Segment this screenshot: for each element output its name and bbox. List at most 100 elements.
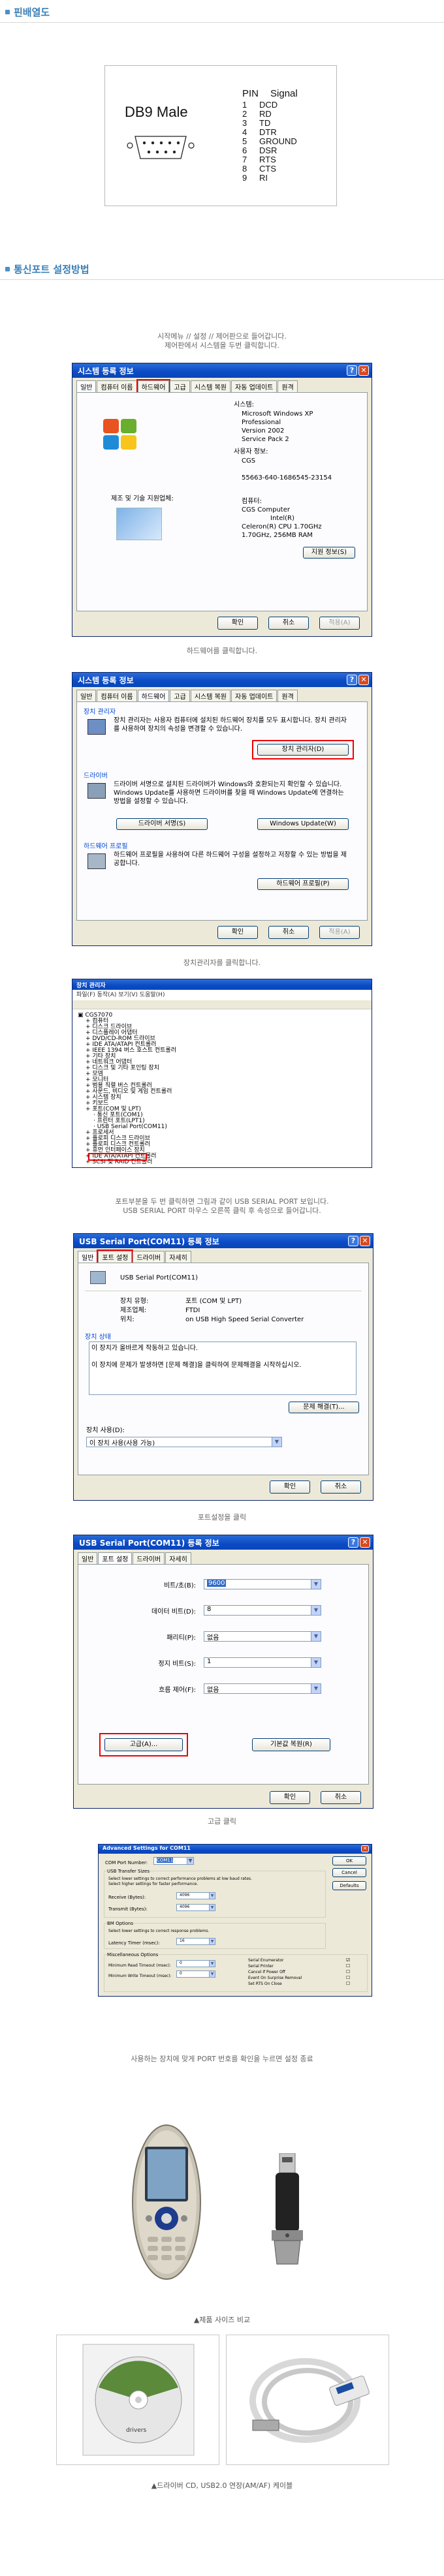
com-port-select[interactable]: COM11 ▼ — [153, 1857, 194, 1865]
ok-button[interactable]: 확인 — [217, 617, 258, 630]
tab-auto-update[interactable]: 자동 업데이트 — [231, 380, 278, 392]
option-event-surprise-removal[interactable]: Event On Surprise Removal — [248, 1975, 302, 1981]
option-serial-enumerator[interactable]: Serial Enumerator — [248, 1957, 283, 1963]
tab-auto-update[interactable]: 자동 업데이트 — [231, 690, 278, 701]
pin-section-title: 핀배열도 — [14, 7, 50, 18]
dialog-title-text: 시스템 등록 정보 — [78, 676, 134, 685]
usb-transfer-note-1: Select lower settings to correct perform… — [108, 1877, 252, 1881]
latency-select[interactable]: 16 ▼ — [176, 1938, 215, 1945]
chevron-down-icon[interactable]: ▼ — [272, 1437, 281, 1447]
chevron-down-icon[interactable]: ▼ — [311, 1658, 321, 1667]
ok-button[interactable]: OK — [332, 1856, 366, 1865]
flow-control-value: 없음 — [207, 1687, 219, 1694]
pin-signal: DTR — [259, 127, 277, 137]
stop-bits-select[interactable]: 1 ▼ — [204, 1657, 321, 1668]
baud-select[interactable]: 9600 ▼ — [204, 1579, 321, 1589]
maker-label: 제조업체: — [120, 1307, 147, 1314]
option-checkboxes[interactable]: ☑ ☐ ☐ ☐ ☐ — [346, 1957, 350, 1987]
close-icon[interactable]: ✕ — [361, 1845, 369, 1852]
tab-general[interactable]: 일반 — [78, 1251, 98, 1263]
ok-button[interactable]: 확인 — [270, 1791, 310, 1804]
tab-system-restore[interactable]: 시스템 복원 — [190, 380, 230, 392]
chevron-down-icon[interactable]: ▼ — [209, 1893, 215, 1899]
highlight-box — [99, 1733, 188, 1756]
chevron-down-icon[interactable]: ▼ — [311, 1606, 321, 1615]
latency-value: 16 — [180, 1939, 185, 1943]
dialog-title: 시스템 등록 정보 ? ✕ — [72, 363, 372, 378]
chevron-down-icon[interactable]: ▼ — [311, 1684, 321, 1693]
chevron-down-icon[interactable]: ▼ — [209, 1939, 215, 1944]
cancel-button[interactable]: 취소 — [321, 1791, 361, 1804]
tab-driver[interactable]: 드라이버 — [133, 1552, 165, 1564]
menu-bar[interactable]: 파일(F) 동작(A) 보기(V) 도움말(H) — [76, 991, 165, 1000]
help-icon[interactable]: ? — [347, 365, 357, 376]
usb-transfer-group-label: USB Transfer Sizes — [107, 1867, 150, 1876]
flow-control-select[interactable]: 없음 ▼ — [204, 1683, 321, 1694]
troubleshoot-button[interactable]: 문제 해결(T)... — [289, 1402, 359, 1413]
system-line: Professional — [242, 419, 281, 426]
tab-general[interactable]: 일반 — [76, 380, 97, 392]
option-cancel-power-off[interactable]: Cancel If Power Off — [248, 1969, 285, 1975]
tab-hardware[interactable]: 하드웨어 — [136, 379, 171, 393]
apply-button[interactable]: 적용(A) — [319, 617, 360, 630]
transmit-select[interactable]: 4096 ▼ — [176, 1904, 215, 1911]
receive-select[interactable]: 4096 ▼ — [176, 1892, 215, 1899]
toolbar — [72, 1000, 372, 1009]
min-write-select[interactable]: 0 ▼ — [176, 1970, 215, 1978]
tab-advanced[interactable]: 고급 — [170, 380, 190, 392]
device-manager-group-label: 장치 관리자 — [84, 709, 116, 716]
tab-system-restore[interactable]: 시스템 복원 — [190, 690, 230, 701]
cancel-button[interactable]: 취소 — [268, 926, 309, 939]
cancel-button[interactable]: 취소 — [268, 617, 309, 630]
tab-driver[interactable]: 드라이버 — [133, 1251, 165, 1263]
dialog4-caption: 고급 클릭 — [208, 1817, 236, 1826]
close-icon[interactable]: ✕ — [358, 365, 369, 376]
tab-hardware[interactable]: 하드웨어 — [137, 690, 170, 701]
restore-defaults-button[interactable]: 기본값 복원(R) — [252, 1738, 330, 1751]
device-usage-select[interactable]: 이 장치 사용(사용 가능) ▼ — [86, 1437, 282, 1447]
option-set-rts-on-close[interactable]: Set RTS On Close — [248, 1981, 282, 1987]
highlight-box — [252, 740, 354, 759]
ok-button[interactable]: 확인 — [217, 926, 258, 939]
parity-select[interactable]: 없음 ▼ — [204, 1631, 321, 1642]
close-icon[interactable]: ✕ — [358, 675, 369, 685]
data-bits-select[interactable]: 8 ▼ — [204, 1605, 321, 1616]
chevron-down-icon[interactable]: ▼ — [209, 1961, 215, 1967]
ok-button[interactable]: 확인 — [270, 1480, 310, 1494]
support-info-button[interactable]: 지원 정보(S) — [303, 547, 355, 559]
chevron-down-icon[interactable]: ▼ — [209, 1971, 215, 1977]
tab-advanced[interactable]: 고급 — [170, 690, 190, 701]
computer-line: Celeron(R) CPU 1.70GHz — [242, 523, 322, 530]
hardware-profile-button[interactable]: 하드웨어 프로필(P) — [257, 878, 349, 890]
close-icon[interactable]: ✕ — [360, 1537, 370, 1548]
defaults-button[interactable]: Defaults — [332, 1881, 366, 1890]
tab-general[interactable]: 일반 — [76, 690, 97, 701]
cancel-button[interactable]: Cancel — [332, 1868, 366, 1877]
tab-port-settings[interactable]: 포트 설정 — [97, 1250, 134, 1264]
tab-computer-name[interactable]: 컴퓨터 이름 — [97, 380, 137, 392]
tab-general[interactable]: 일반 — [78, 1552, 98, 1564]
tab-remote[interactable]: 원격 — [278, 690, 298, 701]
pin-number: 3 — [242, 118, 247, 128]
windows-update-button[interactable]: Windows Update(W) — [257, 818, 349, 830]
tab-details[interactable]: 자세히 — [165, 1251, 191, 1263]
tab-port-settings[interactable]: 포트 설정 — [98, 1552, 133, 1564]
chevron-down-icon[interactable]: ▼ — [311, 1632, 321, 1641]
tab-remote[interactable]: 원격 — [278, 380, 298, 392]
cancel-button[interactable]: 취소 — [321, 1480, 361, 1494]
chevron-down-icon[interactable]: ▼ — [311, 1580, 321, 1589]
apply-button[interactable]: 적용(A) — [319, 926, 360, 939]
option-serial-printer[interactable]: Serial Printer — [248, 1963, 274, 1969]
min-read-select[interactable]: 0 ▼ — [176, 1960, 215, 1967]
dialog-title: Advanced Settings for COM11 ✕ — [99, 1845, 372, 1854]
tab-computer-name[interactable]: 컴퓨터 이름 — [97, 690, 137, 701]
help-icon[interactable]: ? — [348, 1537, 358, 1548]
close-icon[interactable]: ✕ — [360, 1236, 370, 1246]
chevron-down-icon[interactable]: ▼ — [187, 1858, 193, 1864]
tab-details[interactable]: 자세히 — [165, 1552, 191, 1564]
help-icon[interactable]: ? — [347, 675, 357, 685]
help-icon[interactable]: ? — [348, 1236, 358, 1246]
chevron-down-icon[interactable]: ▼ — [209, 1905, 215, 1910]
driver-signing-button[interactable]: 드라이버 서명(S) — [116, 818, 208, 830]
pin-signal: CTS — [259, 164, 276, 174]
